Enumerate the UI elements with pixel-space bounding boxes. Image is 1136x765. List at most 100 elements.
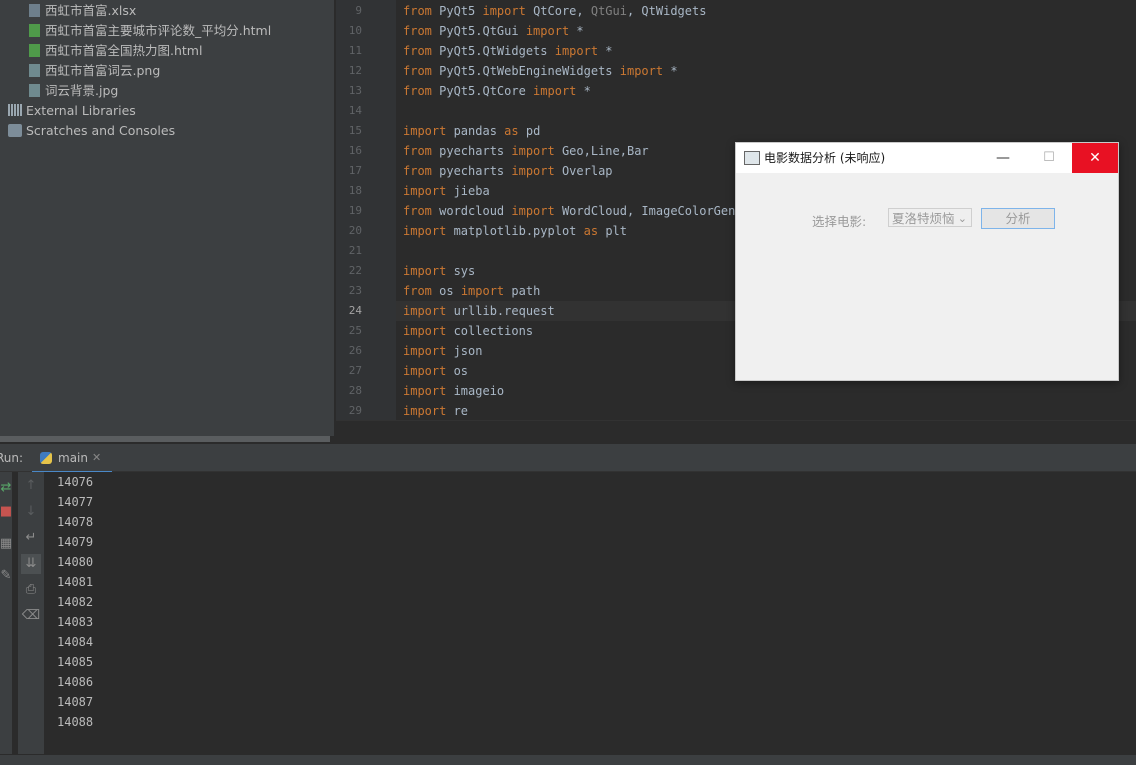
code-keyword: import [511,204,562,218]
code-line[interactable]: import imageio [403,381,504,401]
movie-select-value: 夏洛特烦恼 [892,211,955,226]
code-line[interactable]: import matplotlib.pyplot as plt [403,221,627,241]
line-number: 18 [348,184,362,197]
code-keyword: from [403,84,440,98]
code-line[interactable]: import re [403,401,468,421]
code-line[interactable]: from os import path [403,281,540,301]
code-token: os [453,364,469,378]
code-token: pd [525,124,541,138]
tree-scratches[interactable]: Scratches and Consoles [8,121,175,141]
code-keyword: from [403,44,440,58]
code-token: pyecharts [439,164,512,178]
code-keyword: import [403,224,454,238]
rerun-icon[interactable]: ⇄ [0,478,16,498]
console-line: 14084 [57,635,94,649]
movie-analysis-dialog: 电影数据分析 (未响应) — ☐ ✕ 选择电影: 夏洛特烦恼 ⌄ 分析 [735,142,1119,381]
select-movie-label: 选择电影: [812,214,867,229]
code-line[interactable]: from pyecharts import Geo,Line,Bar [403,141,649,161]
code-keyword: import [554,44,606,58]
code-line[interactable]: import sys [403,261,475,281]
line-number: 15 [348,124,362,137]
line-number: 17 [348,164,362,177]
image-file-icon [29,84,40,97]
line-number: 12 [348,64,362,77]
line-number: 28 [348,384,362,397]
code-keyword: as [504,124,526,138]
code-line[interactable]: from wordcloud import WordCloud, ImageCo… [403,201,750,221]
code-line[interactable]: from pyecharts import Overlap [403,161,613,181]
code-line[interactable]: import urllib.request [403,301,555,321]
code-token: plt [605,224,627,238]
python-icon [40,452,52,464]
tree-external-libraries[interactable]: External Libraries [8,101,136,121]
minimize-button[interactable]: — [980,143,1026,173]
line-number: 26 [348,344,362,357]
arrow-down-icon[interactable]: ↓ [21,502,41,522]
code-keyword: import [482,4,534,18]
code-keyword: import [525,24,577,38]
code-line[interactable]: from PyQt5.QtCore import * [403,81,591,101]
code-keyword: import [403,184,454,198]
trash-icon[interactable]: ⌫ [21,606,41,626]
soft-wrap-icon[interactable]: ↵ [21,528,41,548]
tree-file-label: 西虹市首富全国热力图.html [45,43,203,58]
tree-file-item[interactable]: 西虹市首富词云.png [29,61,160,81]
code-token: wordcloud [439,204,512,218]
close-icon[interactable]: ✕ [92,451,101,464]
tree-scratches-label: Scratches and Consoles [26,123,176,138]
analyze-button[interactable]: 分析 [981,208,1055,229]
stop-icon[interactable]: ■ [0,502,16,522]
run-toolbar: ↑ ↓ ↵ ⇊ ⎙ ⌫ [18,472,44,754]
code-line[interactable]: import jieba [403,181,490,201]
code-token: * [605,44,613,58]
tree-file-item[interactable]: 西虹市首富全国热力图.html [29,41,202,61]
code-line[interactable]: import os [403,361,468,381]
line-number: 27 [348,364,362,377]
tree-file-item[interactable]: 西虹市首富.xlsx [29,1,136,21]
code-line[interactable]: import pandas as pd [403,121,540,141]
console-line: 14086 [57,675,94,689]
movie-select[interactable]: 夏洛特烦恼 ⌄ [888,208,972,227]
code-token: pandas [453,124,505,138]
tab-main-label: main [58,451,88,465]
code-token: path [511,284,541,298]
code-line[interactable]: import json [403,341,482,361]
code-line[interactable]: from PyQt5 import QtCore, QtGui, QtWidge… [403,1,706,21]
chevron-down-icon: ⌄ [957,212,967,225]
tree-file-item[interactable]: 词云背景.jpg [29,81,118,101]
maximize-button[interactable]: ☐ [1026,143,1072,173]
editor-bottom-bar [336,420,1136,445]
horizontal-scrollbar[interactable] [0,436,330,442]
tree-file-item[interactable]: 西虹市首富主要城市评论数_平均分.html [29,21,271,41]
arrow-up-icon[interactable]: ↑ [21,476,41,496]
code-token: PyQt5.QtGui [439,24,526,38]
scroll-to-end-icon[interactable]: ⇊ [21,554,41,574]
code-keyword: from [403,284,440,298]
code-keyword: import [403,324,454,338]
dialog-title-bar[interactable]: 电影数据分析 (未响应) — ☐ ✕ [736,143,1118,173]
code-keyword: import [403,124,454,138]
code-token: PyQt5.QtCore [439,84,534,98]
code-line[interactable]: from PyQt5.QtWebEngineWidgets import * [403,61,678,81]
close-button[interactable]: ✕ [1072,143,1118,173]
line-number: 10 [348,24,362,37]
console-line: 14079 [57,535,94,549]
print-icon[interactable]: ⎙ [21,580,41,600]
code-line[interactable]: import collections [403,321,533,341]
console-line: 14077 [57,495,94,509]
console-output[interactable] [44,472,1136,754]
pin-icon[interactable]: ✎ [0,566,16,586]
tree-file-label: 西虹市首富.xlsx [45,3,137,18]
layout-icon[interactable]: ▦ [0,534,16,554]
code-token: Overlap [561,164,613,178]
code-token: * [583,84,591,98]
run-panel-header [0,444,1136,472]
code-token: sys [453,264,476,278]
code-keyword: import [403,304,454,318]
code-line[interactable]: from PyQt5.QtWidgets import * [403,41,613,61]
line-number: 20 [348,224,362,237]
run-label: Run: [0,451,24,465]
code-token: matplotlib.pyplot [453,224,584,238]
code-line[interactable]: from PyQt5.QtGui import * [403,21,584,41]
code-keyword: as [583,224,606,238]
